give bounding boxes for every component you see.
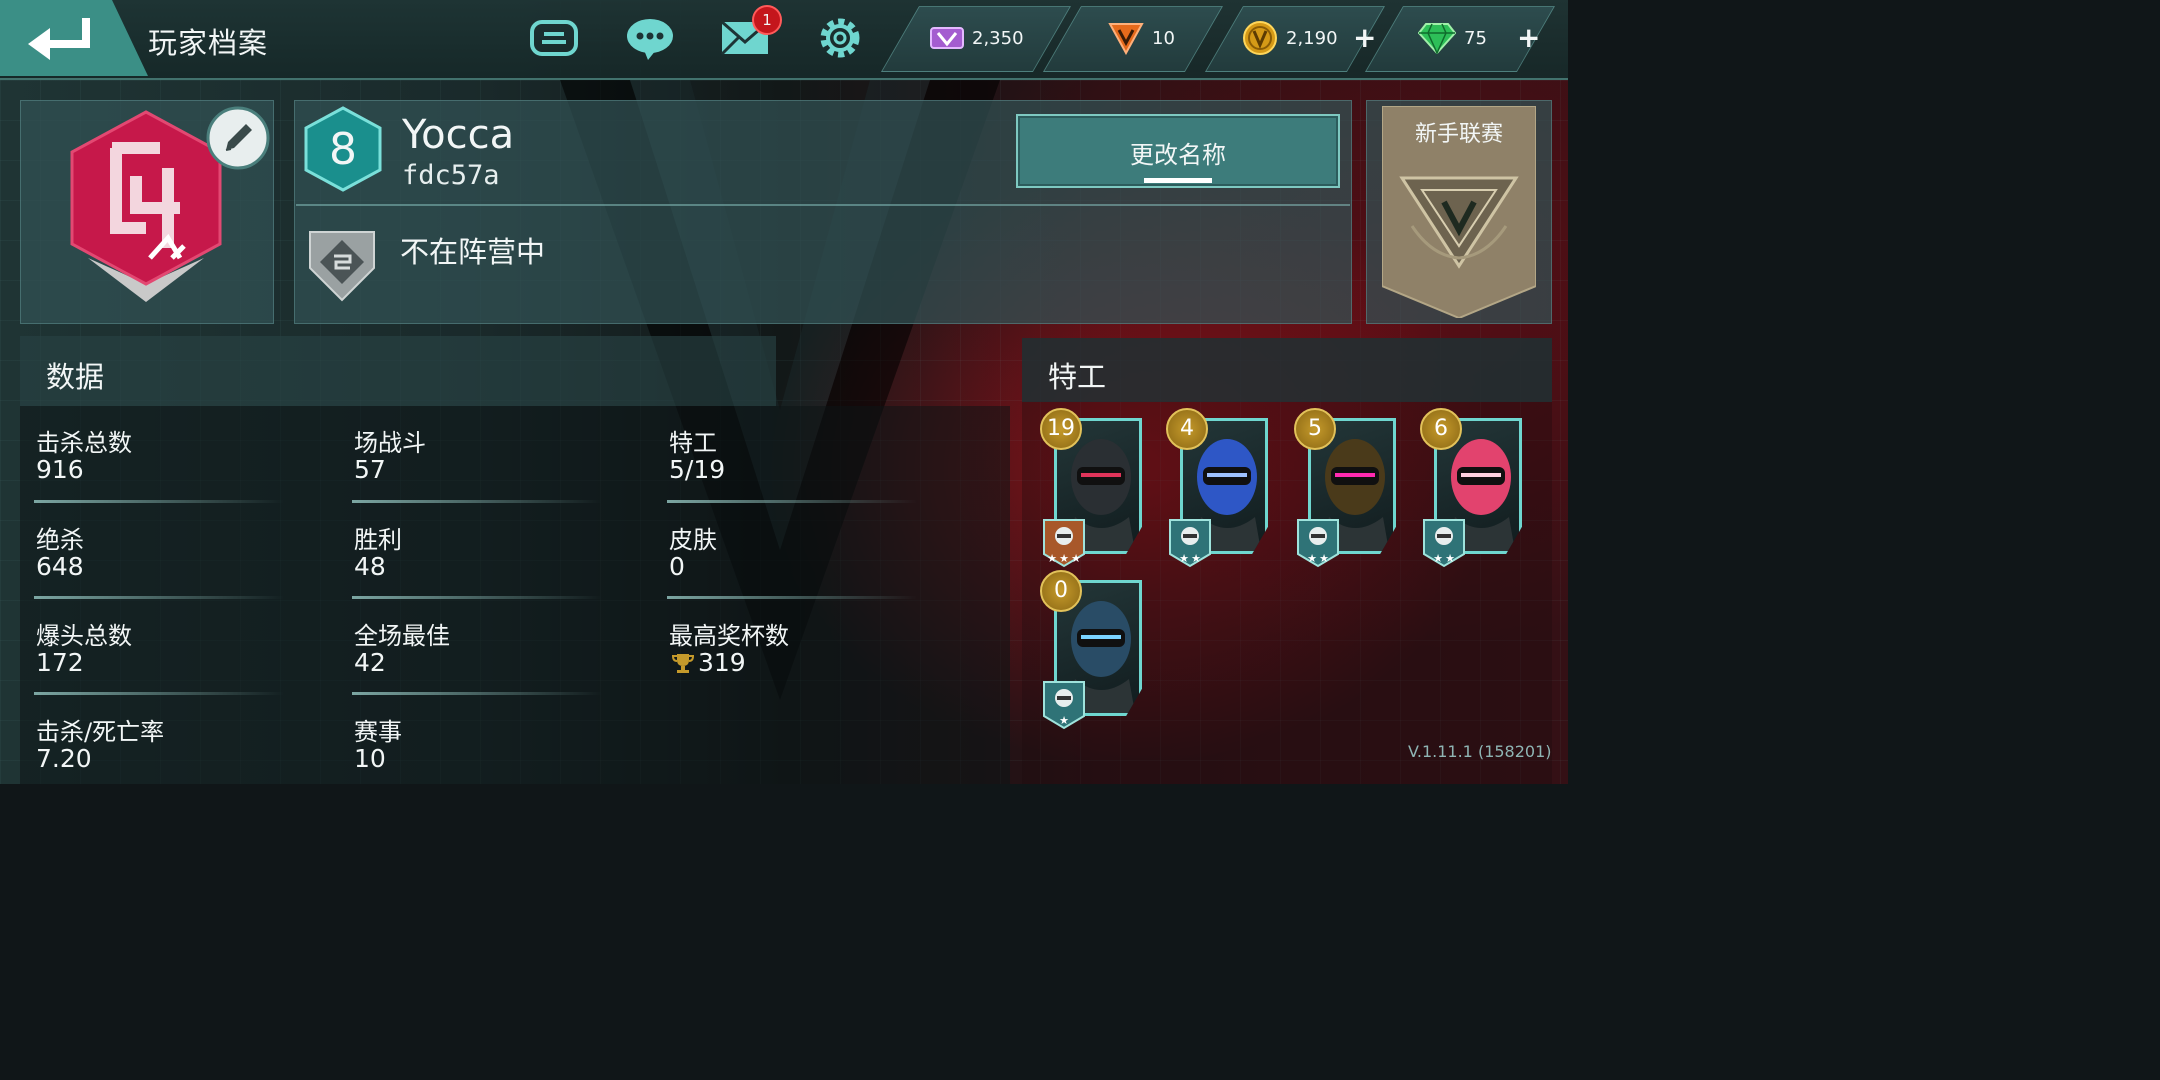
stat-value-skins: 0 xyxy=(669,552,685,581)
stat-label-skins: 皮肤 xyxy=(669,526,717,554)
stat-value-kd-ratio: 7.20 xyxy=(36,744,92,773)
stat-label-max-trophies: 最高奖杯数 xyxy=(669,622,789,650)
profile-divider xyxy=(296,204,1350,206)
stat-label-tournaments: 赛事 xyxy=(354,718,402,746)
stat-value-battles: 57 xyxy=(354,455,386,484)
agent-level: 4 xyxy=(1166,408,1208,450)
stat-value-agents: 5/19 xyxy=(669,455,726,484)
gameloft-icon[interactable] xyxy=(528,14,580,62)
stats-panel xyxy=(20,406,1010,784)
agent-card[interactable]: 5 ★ ★ xyxy=(1294,408,1396,568)
agents-title: 特工 xyxy=(1048,360,1107,394)
agent-rank-shield-icon: ★ ★ xyxy=(1169,519,1211,568)
orange-v-icon xyxy=(1108,23,1144,55)
stat-value-tournaments: 10 xyxy=(354,744,386,773)
svg-text:★: ★ xyxy=(1071,552,1081,565)
trophy-icon xyxy=(672,654,694,673)
agent-rank-shield-icon: ★ ★ xyxy=(1297,519,1339,568)
gems-value: 75 xyxy=(1464,27,1487,49)
agent-card[interactable]: 4 ★ ★ xyxy=(1166,408,1268,568)
credits-value: 2,350 xyxy=(972,27,1024,49)
settings-gear-icon[interactable] xyxy=(814,14,866,62)
rename-button-label: 更改名称 xyxy=(1130,141,1226,169)
agent-rank-shield-icon: ★ ★ ★ xyxy=(1043,519,1085,568)
edit-emblem-button[interactable] xyxy=(206,106,270,170)
agent-level: 5 xyxy=(1294,408,1336,450)
gold-coin-icon xyxy=(1243,21,1277,55)
stat-value-headshots: 172 xyxy=(36,648,84,677)
stat-value-max-trophies: 319 xyxy=(698,648,746,677)
player-name: Yocca xyxy=(402,112,515,158)
stat-label-total-kills: 击杀总数 xyxy=(36,429,132,457)
stat-label-headshots: 爆头总数 xyxy=(36,622,132,650)
agent-level: 6 xyxy=(1420,408,1462,450)
svg-text:★: ★ xyxy=(1319,552,1329,565)
agent-rank-shield-icon: ★ xyxy=(1043,681,1085,730)
purple-v-credit-icon xyxy=(930,27,964,49)
agent-rank-shield-icon: ★ ★ xyxy=(1423,519,1465,568)
svg-text:★: ★ xyxy=(1059,714,1069,727)
faction-shield-icon xyxy=(309,231,375,302)
add-gold-button[interactable]: + xyxy=(1353,20,1376,56)
stat-label-wins: 胜利 xyxy=(354,526,402,554)
agent-card[interactable]: 0 ★ xyxy=(1040,570,1142,730)
stat-label-mvp: 全场最佳 xyxy=(354,622,450,650)
stat-label-agents: 特工 xyxy=(669,429,717,457)
stat-value-finishers: 648 xyxy=(36,552,84,581)
stat-value-mvp: 42 xyxy=(354,648,386,677)
chat-icon[interactable] xyxy=(624,14,676,62)
stat-value-total-kills: 916 xyxy=(36,455,84,484)
stat-value-wins: 48 xyxy=(354,552,386,581)
add-gems-button[interactable]: + xyxy=(1517,20,1540,56)
svg-text:★: ★ xyxy=(1445,552,1455,565)
stat-label-finishers: 绝杀 xyxy=(36,526,84,554)
mail-count-badge: 1 xyxy=(752,5,782,35)
gold-value: 2,190 xyxy=(1286,27,1338,49)
svg-text:★: ★ xyxy=(1047,552,1057,565)
svg-text:★: ★ xyxy=(1179,552,1189,565)
agent-level: 0 xyxy=(1040,570,1082,612)
player-id: fdc57a xyxy=(402,160,500,191)
player-level: 8 xyxy=(329,124,357,175)
league-name: 新手联赛 xyxy=(1414,122,1503,147)
stats-title: 数据 xyxy=(46,360,105,394)
svg-text:★: ★ xyxy=(1433,552,1443,565)
page-title: 玩家档案 xyxy=(148,26,269,60)
back-arrow-icon xyxy=(28,18,90,60)
svg-text:★: ★ xyxy=(1059,552,1069,565)
stat-label-kd-ratio: 击杀/死亡率 xyxy=(36,718,165,746)
rename-button[interactable]: 更改名称 xyxy=(1016,114,1340,188)
agent-level: 19 xyxy=(1040,408,1082,450)
svg-text:★: ★ xyxy=(1307,552,1317,565)
vpoints-value: 10 xyxy=(1152,27,1175,49)
faction-status: 不在阵营中 xyxy=(400,235,546,269)
green-gem-icon xyxy=(1418,23,1456,54)
agent-card[interactable]: 19 ★ ★ ★ xyxy=(1040,408,1142,568)
stat-label-battles: 场战斗 xyxy=(354,429,426,457)
agent-card[interactable]: 6 ★ ★ xyxy=(1420,408,1522,568)
svg-text:★: ★ xyxy=(1191,552,1201,565)
version-label: V.1.11.1 (158201) xyxy=(1408,742,1552,761)
